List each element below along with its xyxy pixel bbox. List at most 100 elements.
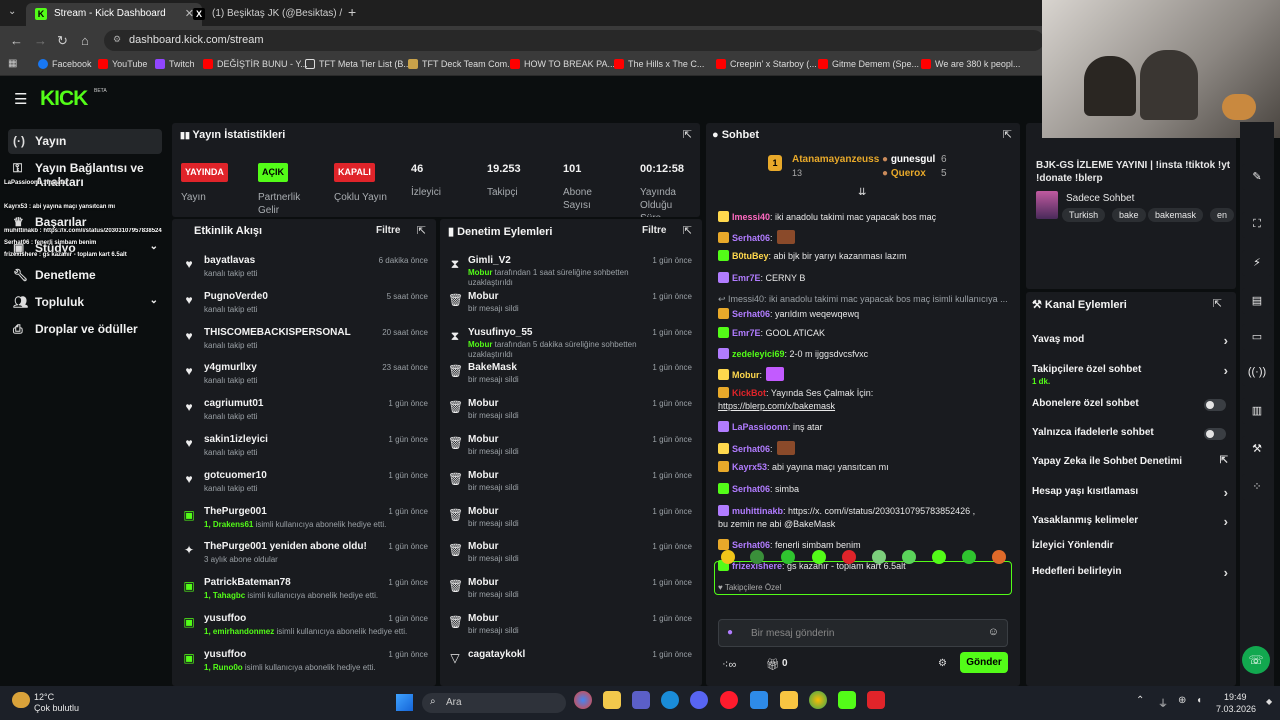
- moderation-row[interactable]: 🗑︎ Mobur bir mesajı sildi 1 gün önce: [448, 398, 692, 434]
- moderation-user[interactable]: Mobur: [468, 434, 499, 445]
- chat-message[interactable]: KickBot: Yayında Ses Çalmak İçin:: [718, 387, 1010, 399]
- chat-username[interactable]: Kayrx53: [732, 462, 767, 472]
- broadcast-icon[interactable]: ((·)): [1242, 360, 1272, 386]
- chat-username[interactable]: KickBot: [732, 388, 766, 398]
- popout-icon[interactable]: ⇱: [1213, 297, 1222, 310]
- chat-message[interactable]: Emr7E: CERNY B: [718, 272, 1010, 284]
- emote-icon[interactable]: [902, 550, 916, 564]
- moderation-row[interactable]: ⧗ Yusufinyo_55 Mobur tarafından 5 dakika s…: [448, 327, 692, 363]
- chat-message[interactable]: Serhat06:: [718, 441, 1010, 455]
- channel-action-item[interactable]: Yapay Zeka ile Sohbet Denetimi ⇱: [1032, 455, 1228, 476]
- filter-button[interactable]: Filtre: [642, 225, 666, 236]
- chat-message[interactable]: Serhat06: simba: [718, 483, 1010, 495]
- reload-icon[interactable]: ↻: [57, 33, 68, 49]
- chat-username[interactable]: Serhat06: [732, 444, 770, 454]
- chat-username[interactable]: Serhat06: [732, 540, 770, 550]
- chat-username[interactable]: Emr7E: [732, 328, 761, 338]
- emote-picker-icon[interactable]: ☺: [988, 626, 999, 638]
- moderation-user[interactable]: cagataykokl: [468, 649, 525, 660]
- bookmark-facebook[interactable]: Facebook: [38, 59, 92, 69]
- emote-icon[interactable]: [992, 550, 1006, 564]
- chat-username[interactable]: muhittinakb: [732, 506, 783, 516]
- chat-username[interactable]: Emr7E: [732, 273, 761, 283]
- chat-message[interactable]: Kayrx53: abi yayına maçı yansıtcan mı: [718, 461, 1010, 473]
- network-icon[interactable]: ⊕: [1178, 695, 1186, 706]
- teams-icon[interactable]: [632, 691, 650, 709]
- tab-besiktas-x[interactable]: X (1) Beşiktaş JK (@Besiktas) / X: [184, 3, 344, 26]
- edit-icon[interactable]: ✎: [1242, 164, 1272, 190]
- channel-action-item[interactable]: Yavaş mod ›: [1032, 333, 1228, 354]
- channel-action-item[interactable]: Yasaklanmış kelimeler ›: [1032, 514, 1228, 535]
- moderation-user[interactable]: Mobur: [468, 541, 499, 552]
- activity-row[interactable]: ♥ THISCOMEBACKISPERSONAL kanalı takip etti…: [182, 327, 428, 363]
- chrome-icon[interactable]: [574, 691, 592, 709]
- gifter-pill-1[interactable]: ● gunesgul: [882, 154, 935, 165]
- gift-box-icon[interactable]: 🎁︎: [766, 658, 780, 671]
- tag-chip[interactable]: bakemask: [1148, 208, 1204, 222]
- moderator-name[interactable]: Mobur: [468, 268, 492, 277]
- weather-icon[interactable]: [12, 692, 30, 708]
- bookmark-we-are[interactable]: We are 380 k peopl...: [921, 59, 1020, 69]
- activity-row[interactable]: ♥ PugnoVerde0 kanalı takip etti 5 saat önce: [182, 291, 428, 327]
- clock-date[interactable]: 7.03.2026: [1216, 704, 1256, 714]
- folder-icon[interactable]: [780, 691, 798, 709]
- kick-logo[interactable]: KICK: [40, 87, 88, 111]
- activity-row[interactable]: ✦ ThePurge001 yeniden abone oldu! 3 aylık …: [182, 541, 428, 577]
- moderation-user[interactable]: Mobur: [468, 398, 499, 409]
- collapse-icon[interactable]: ⇊: [858, 187, 866, 198]
- discord-icon[interactable]: [690, 691, 708, 709]
- gift-recipient[interactable]: 1, Runo0o: [204, 663, 243, 672]
- chat-message[interactable]: zedeleyici69: 2-0 m ijggsdvcsfvxc: [718, 348, 1010, 360]
- chat-icon[interactable]: ▭: [1242, 324, 1272, 350]
- sidebar-item-stream[interactable]: (·) Yayın: [8, 129, 162, 154]
- tag-chip[interactable]: en: [1210, 208, 1235, 222]
- sidebar-item-stream-key[interactable]: ⚿ Yayın Bağlantısı ve Anahtarı: [8, 156, 183, 189]
- new-tab-icon[interactable]: +: [348, 4, 356, 20]
- support-icon[interactable]: ☏: [1242, 646, 1270, 674]
- outlook-icon[interactable]: [750, 691, 768, 709]
- opera-icon[interactable]: [720, 691, 738, 709]
- emote-icon[interactable]: [872, 550, 886, 564]
- home-icon[interactable]: ⌂: [81, 33, 89, 48]
- bookmark-degistir[interactable]: DEĞİŞTİR BUNU - Y...: [203, 59, 308, 69]
- chat-message[interactable]: Serhat06: yarıldım weqewqewq: [718, 308, 1010, 320]
- moderation-user[interactable]: Mobur: [468, 577, 499, 588]
- channel-action-item[interactable]: Hesap yaşı kısıtlaması ›: [1032, 485, 1228, 506]
- chat-username[interactable]: Serhat06: [732, 233, 770, 243]
- chat-message[interactable]: LaPassioonn: inş atar: [718, 421, 1010, 433]
- popout-icon[interactable]: ⇱: [683, 128, 692, 141]
- moderation-user[interactable]: Mobur: [468, 470, 499, 481]
- chat-message[interactable]: ↩ Imessi40: iki anadolu takimi mac yapac…: [718, 293, 1010, 305]
- dots-icon[interactable]: ⁘: [1242, 474, 1272, 500]
- bolt-icon[interactable]: ⚡︎: [1242, 250, 1272, 276]
- moderation-row[interactable]: 🗑︎ Mobur bir mesajı sildi 1 gün önce: [448, 577, 692, 613]
- channel-action-item[interactable]: Yalnızca ifadelerle sohbet: [1032, 427, 1228, 447]
- popout-icon[interactable]: ⇱: [683, 224, 692, 237]
- back-icon[interactable]: ←: [10, 33, 23, 48]
- chat-message[interactable]: B0tuBey: abi bjk bir yarıyı kazanması la…: [718, 250, 1010, 262]
- chrome-active-icon[interactable]: [809, 691, 827, 709]
- file-explorer-icon[interactable]: [603, 691, 621, 709]
- chat-username[interactable]: LaPassioonn: [732, 422, 788, 432]
- sidebar-item-community[interactable]: 👥︎ Topluluk ⌄: [8, 290, 162, 315]
- edge-icon[interactable]: [661, 691, 679, 709]
- chat-username[interactable]: Serhat06: [732, 484, 770, 494]
- activity-row[interactable]: ♥ gotcuomer10 kanalı takip etti 1 gün önce: [182, 470, 428, 506]
- stream-category[interactable]: Sadece Sohbet: [1066, 193, 1134, 204]
- chat-message[interactable]: Emr7E: GOOL ATICAK: [718, 327, 1010, 339]
- popout-icon[interactable]: ⇱: [417, 224, 426, 237]
- url-input[interactable]: ⚙ dashboard.kick.com/stream: [104, 30, 1044, 51]
- bookmark-gitme-demem[interactable]: Gitme Demem (Spe...: [818, 59, 919, 69]
- media-app-icon[interactable]: [867, 691, 885, 709]
- emote-icon[interactable]: [962, 550, 976, 564]
- clock-time[interactable]: 19:49: [1224, 692, 1247, 702]
- moderation-row[interactable]: 🗑︎ Mobur bir mesajı sildi 1 gün önce: [448, 434, 692, 470]
- microphone-tray-icon[interactable]: ⏚: [1158, 695, 1168, 710]
- channel-action-item[interactable]: Hedefleri belirleyin ›: [1032, 565, 1228, 586]
- activity-row[interactable]: ▣ PatrickBateman78 1, Tahagbc isimli kulla…: [182, 577, 428, 613]
- moderation-row[interactable]: ⧗ Gimli_V2 Mobur tarafından 1 saat süreliğ…: [448, 255, 692, 291]
- volume-icon[interactable]: ◖: [1196, 695, 1202, 706]
- bookmark-tft-meta[interactable]: TFT Meta Tier List (B...: [305, 59, 411, 69]
- activity-user[interactable]: y4gmurllxy: [204, 362, 257, 373]
- moderation-user[interactable]: BakeMask: [468, 362, 517, 373]
